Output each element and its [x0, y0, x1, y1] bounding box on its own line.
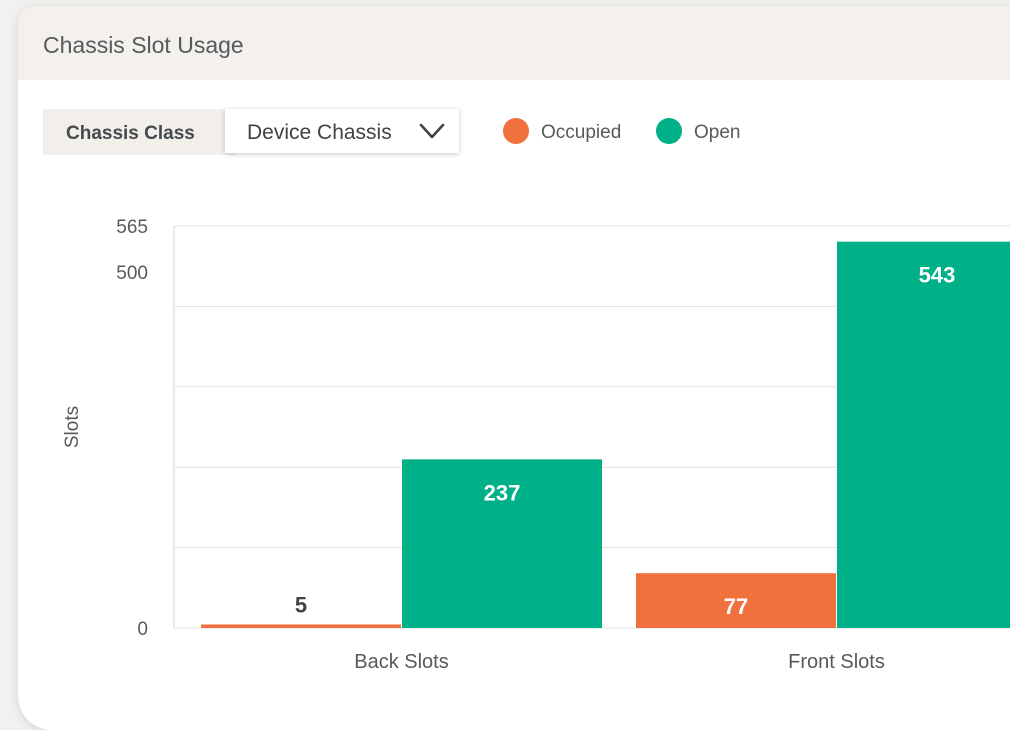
y-axis-label: Slots	[62, 406, 83, 448]
bar-value-label: 5	[295, 592, 307, 617]
y-tick-label: 0	[137, 619, 148, 640]
bar-open-front-slots	[837, 241, 1010, 629]
bar-occupied-back-slots	[201, 624, 401, 628]
x-category-label: Front Slots	[788, 651, 885, 673]
bar-value-label: 77	[724, 594, 748, 619]
bar-value-label: 237	[484, 480, 521, 505]
bar-value-label: 543	[919, 263, 956, 288]
x-category-label: Back Slots	[354, 651, 448, 673]
slot-usage-bar-chart: 0 500 565 Slots 5 237 Back Slots 77 543 Front Slo…	[62, 217, 1010, 673]
chassis-slot-usage-card: Chassis Slot Usage Chassis Class Device …	[18, 6, 1010, 730]
y-tick-label: 500	[116, 263, 148, 284]
y-tick-label: 565	[116, 217, 148, 238]
